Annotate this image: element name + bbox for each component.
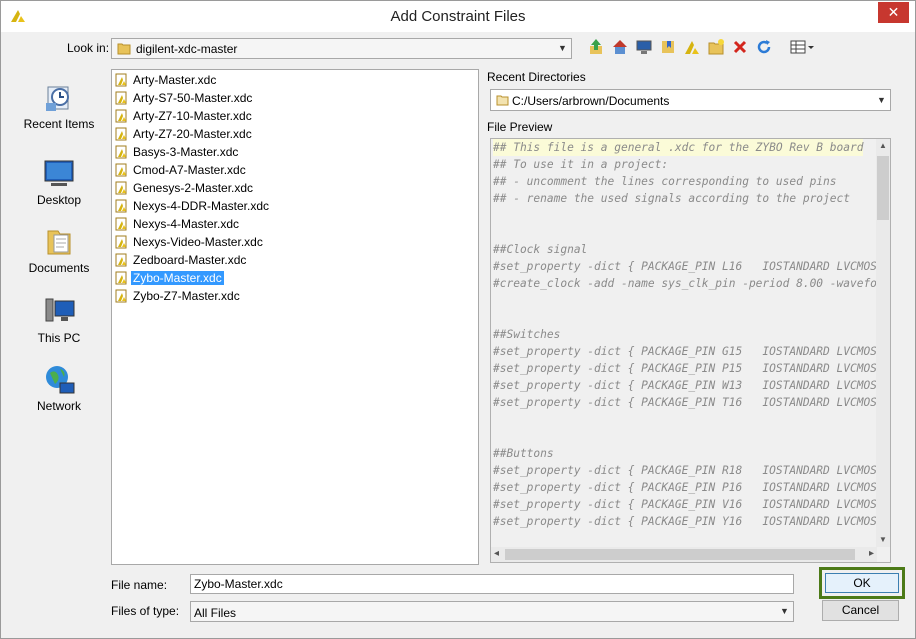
desktop-icon[interactable] [634, 38, 654, 58]
recent-items-icon [46, 86, 69, 111]
xdc-file-icon [115, 235, 127, 249]
place-desktop[interactable]: Desktop [11, 157, 107, 207]
xdc-file-icon [115, 253, 127, 267]
documents-icon [47, 230, 71, 255]
scroll-up-icon[interactable]: ▲ [876, 141, 890, 153]
look-in-label: Look in: [67, 41, 110, 55]
add-constraint-files-dialog: Add Constraint Files ✕ Look in: digilent… [0, 0, 916, 639]
place-label: This PC [37, 331, 81, 345]
home-icon[interactable] [610, 38, 630, 58]
network-icon [46, 366, 75, 394]
xdc-file-icon [115, 73, 127, 87]
preview-text: ## This file is a general .xdc for the Z… [493, 139, 877, 528]
recent-directories-label: Recent Directories [487, 70, 586, 84]
preview-vertical-scrollbar[interactable]: ▲ ▼ [876, 139, 890, 547]
this-pc-icon [45, 298, 75, 322]
xdc-file-icon [115, 109, 127, 123]
cancel-button[interactable]: Cancel [822, 600, 899, 621]
xdc-file-icon [115, 145, 127, 159]
files-of-type-label: Files of type: [111, 604, 180, 618]
title-bar[interactable]: Add Constraint Files ✕ [1, 1, 915, 32]
place-recent-items[interactable]: Recent Items [11, 81, 107, 131]
look-in-combo[interactable]: digilent-xdc-master ▼ [111, 38, 572, 59]
chevron-down-icon[interactable]: ▼ [776, 602, 793, 621]
scroll-right-icon[interactable]: ▸ [869, 548, 874, 559]
file-list[interactable]: Arty-Master.xdc Arty-S7-50-Master.xdc Ar… [111, 69, 479, 565]
xdc-file-icon [115, 127, 127, 141]
scroll-thumb[interactable] [877, 156, 889, 220]
place-label: Network [36, 399, 81, 413]
look-in-value: digilent-xdc-master [136, 42, 238, 56]
xdc-file-icon [115, 199, 127, 213]
recent-directory-value: C:/Users/arbrown/Documents [512, 94, 670, 108]
place-label: Recent Items [23, 117, 95, 131]
ok-button[interactable]: OK [825, 573, 899, 593]
ok-button-highlight: OK [819, 567, 905, 599]
refresh-icon[interactable] [754, 38, 774, 58]
place-this-pc[interactable]: This PC [11, 295, 107, 345]
folder-icon [117, 43, 131, 55]
place-label: Documents [28, 261, 90, 275]
close-button[interactable]: ✕ [878, 2, 909, 23]
file-name-label: File name: [111, 578, 168, 592]
up-folder-icon[interactable] [586, 38, 606, 58]
places-bar: Recent Items Desktop Documents This PC N… [11, 69, 107, 419]
delete-icon[interactable] [730, 38, 750, 58]
new-folder-icon[interactable] [706, 38, 726, 58]
chevron-down-icon[interactable]: ▼ [554, 39, 571, 58]
chevron-down-icon[interactable]: ▼ [873, 90, 890, 110]
xdc-file-icon [115, 181, 127, 195]
xdc-file-icon [115, 271, 127, 285]
window-title: Add Constraint Files [390, 8, 526, 25]
vivado-icon[interactable] [682, 38, 702, 58]
desktop-icon [44, 160, 74, 186]
preview-header-line: ## This file is a general .xdc for the Z… [493, 139, 864, 156]
place-label: Desktop [36, 193, 82, 207]
xdc-file-icon [115, 163, 127, 177]
file-name-input[interactable] [190, 574, 794, 594]
preview-horizontal-scrollbar[interactable]: ◂ ▸ [491, 547, 877, 562]
place-documents[interactable]: Documents [11, 225, 107, 275]
place-network[interactable]: Network [11, 363, 107, 413]
files-of-type-combo[interactable]: All Files ▼ [190, 601, 794, 622]
xdc-file-icon [115, 217, 127, 231]
xdc-file-icon [115, 289, 127, 303]
view-menu-icon[interactable] [789, 38, 815, 58]
file-preview-label: File Preview [487, 120, 553, 134]
scroll-left-icon[interactable]: ◂ [494, 548, 499, 559]
scroll-thumb[interactable] [505, 549, 855, 560]
folder-icon [496, 95, 509, 106]
bookmark-icon[interactable] [658, 38, 678, 58]
file-preview[interactable]: ## This file is a general .xdc for the Z… [490, 138, 891, 563]
xdc-file-icon [115, 91, 127, 105]
scroll-down-icon[interactable]: ▼ [876, 535, 890, 547]
recent-directories-combo[interactable]: C:/Users/arbrown/Documents ▼ [490, 89, 891, 111]
files-of-type-value: All Files [194, 606, 237, 620]
